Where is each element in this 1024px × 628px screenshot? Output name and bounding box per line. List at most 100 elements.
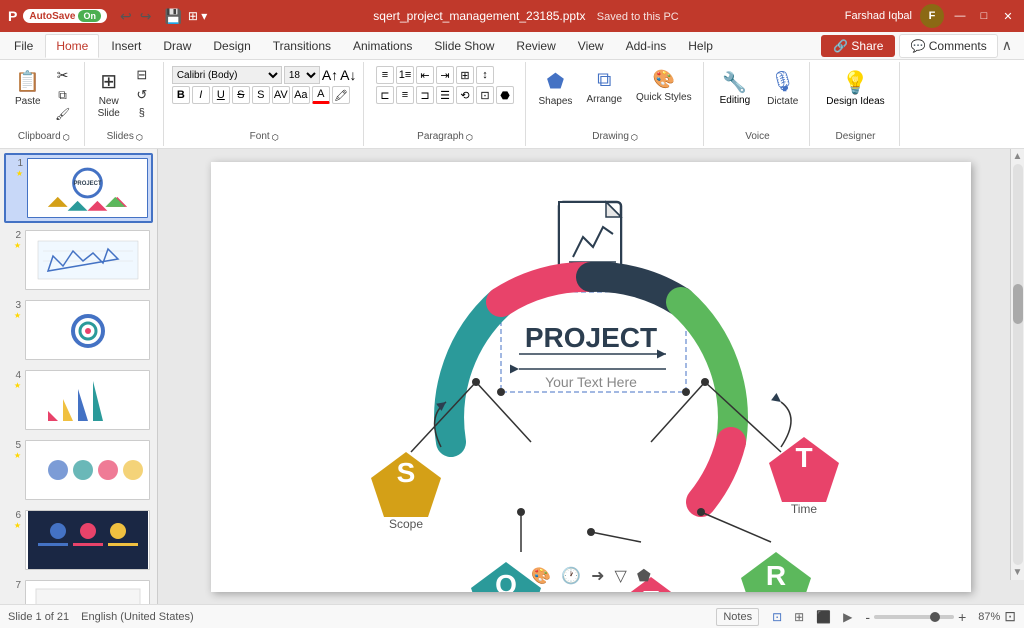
scroll-thumb[interactable] [1013, 284, 1023, 324]
char-spacing-button[interactable]: AV [272, 86, 290, 104]
align-center-button[interactable]: ≡ [396, 86, 414, 104]
strikethrough-button[interactable]: S [232, 86, 250, 104]
tab-home[interactable]: Home [45, 34, 99, 58]
numbering-button[interactable]: 1≡ [396, 66, 414, 84]
undo-button[interactable]: ↩ [117, 6, 135, 27]
tab-draw[interactable]: Draw [153, 35, 201, 57]
scroll-up-icon[interactable]: ▲ [1013, 151, 1023, 162]
format-painter-button[interactable]: 🖌 [48, 106, 78, 122]
fit-slide-icon[interactable]: ⊡ [1004, 608, 1016, 625]
tab-slideshow[interactable]: Slide Show [424, 35, 504, 57]
share-button[interactable]: 🔗 Share [821, 35, 895, 57]
slide-thumb-3[interactable]: 3 ★ [4, 297, 153, 363]
slide-layout-button[interactable]: ⊟ [127, 66, 157, 84]
slide-2-thumbnail[interactable] [25, 230, 150, 290]
tab-view[interactable]: View [568, 35, 614, 57]
copy-button[interactable]: ⧉ [48, 87, 78, 104]
slide-thumb-6[interactable]: 6 ★ [4, 507, 153, 573]
text-direction-button[interactable]: ⟲ [456, 86, 474, 104]
palette-tool-icon[interactable]: 🎨 [531, 566, 551, 586]
editing-button[interactable]: 🔧 Editing [712, 66, 759, 111]
close-button[interactable]: ✕ [1000, 8, 1016, 24]
slide-thumb-7[interactable]: 7 [4, 577, 153, 604]
minimize-button[interactable]: — [952, 8, 968, 24]
clock-tool-icon[interactable]: 🕐 [561, 566, 581, 586]
decrease-indent-button[interactable]: ⇤ [416, 66, 434, 84]
font-family-select[interactable]: Calibri (Body) [172, 66, 282, 84]
text-align-button[interactable]: ⊡ [476, 86, 494, 104]
slide-thumb-5[interactable]: 5 ★ [4, 437, 153, 503]
new-slide-button[interactable]: ⊞ NewSlide [93, 66, 125, 123]
slide-4-thumbnail[interactable] [25, 370, 150, 430]
align-left-button[interactable]: ⊏ [376, 86, 394, 104]
normal-view-button[interactable]: ⊡ [767, 608, 787, 626]
clipboard-expand-icon[interactable]: ⬡ [63, 133, 70, 142]
drawing-expand-icon[interactable]: ⬡ [631, 133, 638, 142]
tab-addins[interactable]: Add-ins [616, 35, 677, 57]
increase-font-icon[interactable]: A↑ [322, 67, 338, 83]
slides-expand-icon[interactable]: ⬡ [136, 133, 143, 142]
dictate-button[interactable]: 🎙 Dictate [762, 66, 803, 111]
justify-button[interactable]: ☰ [436, 86, 454, 104]
slide-1-thumbnail[interactable]: PROJECT [27, 158, 148, 218]
presenter-view-button[interactable]: ▶ [838, 608, 857, 626]
funnel-tool-icon[interactable]: ▽ [615, 566, 627, 586]
bullets-button[interactable]: ≡ [376, 66, 394, 84]
autosave-toggle[interactable]: On [78, 10, 101, 22]
zoom-slider[interactable] [874, 615, 954, 619]
slide-3-thumbnail[interactable] [25, 300, 150, 360]
line-spacing-button[interactable]: ↕ [476, 66, 494, 84]
slide-6-thumbnail[interactable] [25, 510, 150, 570]
slide-sorter-button[interactable]: ⊞ [789, 608, 809, 626]
comments-button[interactable]: 💬 Comments [899, 34, 997, 58]
decrease-font-icon[interactable]: A↓ [340, 67, 356, 83]
font-color-button[interactable]: A [312, 86, 330, 104]
ribbon-collapse-icon[interactable]: ∧ [1002, 37, 1012, 54]
zoom-out-icon[interactable]: - [865, 609, 870, 625]
user-avatar[interactable]: F [920, 4, 944, 28]
columns-button[interactable]: ⊞ [456, 66, 474, 84]
autosave-badge[interactable]: AutoSave On [23, 9, 107, 23]
extra-tools-icon[interactable]: ⊞ ▾ [188, 9, 207, 23]
scroll-down-icon[interactable]: ▼ [1013, 567, 1023, 578]
font-size-select[interactable]: 18 [284, 66, 320, 84]
font-expand-icon[interactable]: ⬡ [272, 133, 279, 142]
redo-button[interactable]: ↪ [137, 6, 155, 27]
arrow-tool-icon[interactable]: ➜ [591, 566, 604, 586]
canvas-scrollbar[interactable]: ▲ ▼ [1010, 149, 1024, 580]
tab-design[interactable]: Design [203, 35, 260, 57]
shape-tool-icon[interactable]: ⬟ [637, 566, 651, 586]
zoom-in-icon[interactable]: + [958, 609, 966, 625]
save-icon[interactable]: 💾 [164, 8, 181, 25]
paragraph-expand-icon[interactable]: ⬡ [466, 133, 473, 142]
cut-button[interactable]: ✂ [48, 66, 78, 85]
slide-thumb-2[interactable]: 2 ★ [4, 227, 153, 293]
arrange-button[interactable]: ⧉ Arrange [581, 66, 627, 109]
italic-button[interactable]: I [192, 86, 210, 104]
tab-file[interactable]: File [4, 35, 43, 57]
highlight-button[interactable]: 🖍 [332, 86, 350, 104]
maximize-button[interactable]: □ [976, 8, 992, 24]
bold-button[interactable]: B [172, 86, 190, 104]
slide-7-thumbnail[interactable] [25, 580, 150, 604]
reset-slide-button[interactable]: ↺ [127, 86, 157, 104]
change-case-button[interactable]: Aa [292, 86, 310, 104]
tab-insert[interactable]: Insert [101, 35, 151, 57]
tab-review[interactable]: Review [506, 35, 565, 57]
smartart-button[interactable]: ⬣ [496, 86, 514, 104]
slide-5-thumbnail[interactable] [25, 440, 150, 500]
notes-button[interactable]: Notes [716, 608, 759, 626]
paste-button[interactable]: 📋 Paste [10, 66, 46, 111]
design-ideas-button[interactable]: 💡 Design Ideas [818, 66, 892, 112]
quick-styles-button[interactable]: 🎨 Quick Styles [631, 66, 697, 107]
tab-transitions[interactable]: Transitions [263, 35, 341, 57]
slide-canvas[interactable]: PROJECT Your Text Here [211, 162, 971, 592]
increase-indent-button[interactable]: ⇥ [436, 66, 454, 84]
slide-thumb-4[interactable]: 4 ★ [4, 367, 153, 433]
slide-thumb-1[interactable]: 1 ★ PROJECT [4, 153, 153, 223]
underline-button[interactable]: U [212, 86, 230, 104]
tab-help[interactable]: Help [678, 35, 723, 57]
reading-view-button[interactable]: ⬛ [811, 608, 836, 626]
tab-animations[interactable]: Animations [343, 35, 422, 57]
shapes-button[interactable]: ⬟ Shapes [534, 66, 578, 111]
